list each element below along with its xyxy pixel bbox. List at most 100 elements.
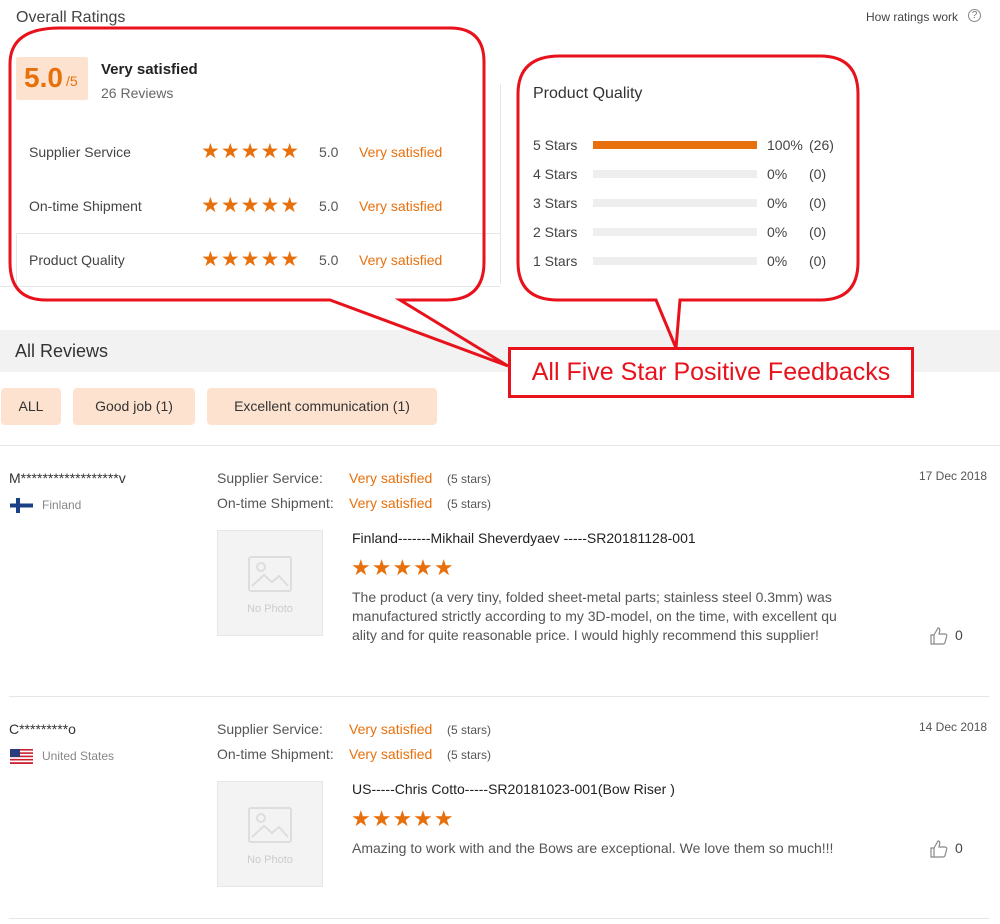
rating-text: Very satisfied — [359, 198, 443, 214]
supplier-service-label: Supplier Service: — [217, 470, 323, 486]
shipment-value: Very satisfied — [349, 746, 433, 762]
distribution-bar — [593, 199, 757, 207]
distribution-row: 4 Stars 0% (0) — [533, 165, 843, 183]
filter-tag-good-job[interactable]: Good job (1) — [73, 388, 195, 425]
distribution-count: (26) — [809, 137, 834, 153]
help-icon[interactable]: ? — [968, 9, 981, 22]
divider — [500, 84, 501, 284]
rating-row-supplier-service: Supplier Service ★★★★★ 5.0 Very satisfie… — [29, 140, 479, 163]
overall-score-scale: /5 — [66, 73, 78, 89]
rating-row-product-quality[interactable]: Product Quality ★★★★★ 5.0 Very satisfied — [29, 248, 479, 271]
rating-label: Product Quality — [29, 252, 125, 268]
distribution-bar — [593, 170, 757, 178]
like-count: 0 — [955, 840, 963, 856]
distribution-count: (0) — [809, 253, 827, 269]
distribution-row: 5 Stars 100% (26) — [533, 136, 843, 154]
review-date: 14 Dec 2018 — [919, 720, 988, 734]
review-date: 17 Dec 2018 — [919, 469, 988, 483]
overall-satisfaction-label: Very satisfied — [101, 61, 198, 78]
supplier-service-value: Very satisfied — [349, 470, 433, 486]
review-star-icons: ★★★★★ — [351, 555, 455, 580]
distribution-row: 3 Stars 0% (0) — [533, 194, 843, 212]
distribution-percent: 0% — [767, 166, 788, 182]
supplier-service-stars: (5 stars) — [447, 723, 492, 737]
like-button[interactable]: 0 — [930, 627, 970, 645]
distribution-bar — [593, 141, 757, 149]
rating-text: Very satisfied — [359, 252, 443, 268]
overall-ratings-title: Overall Ratings — [16, 9, 126, 26]
star-level-label: 4 Stars — [533, 166, 578, 182]
shipment-label: On-time Shipment: — [217, 495, 334, 511]
how-ratings-work-link[interactable]: How ratings work — [866, 10, 958, 24]
supplier-service-stars: (5 stars) — [447, 472, 492, 486]
rating-score: 5.0 — [319, 252, 339, 268]
thumbs-up-icon — [930, 627, 948, 645]
star-rating-icons: ★★★★★ — [201, 194, 301, 217]
divider — [0, 445, 1000, 446]
star-level-label: 2 Stars — [533, 224, 578, 240]
star-level-label: 1 Stars — [533, 253, 578, 269]
like-button[interactable]: 0 — [930, 840, 970, 858]
filter-tag-all[interactable]: ALL — [1, 388, 61, 425]
star-rating-icons: ★★★★★ — [201, 140, 301, 163]
review-photo-placeholder[interactable]: No Photo — [217, 781, 323, 887]
all-reviews-title: All Reviews — [15, 341, 109, 361]
divider — [9, 696, 989, 697]
review-photo-placeholder[interactable]: No Photo — [217, 530, 323, 636]
overall-score-value: 5.0 — [24, 62, 63, 93]
review-title: US-----Chris Cotto-----SR20181023-001(Bo… — [352, 781, 675, 797]
review-body: Amazing to work with and the Bows are ex… — [352, 839, 874, 858]
shipment-stars: (5 stars) — [447, 748, 492, 762]
review-title: Finland-------Mikhail Sheverdyaev -----S… — [352, 530, 696, 546]
distribution-bar — [593, 257, 757, 265]
rating-row-on-time-shipment: On-time Shipment ★★★★★ 5.0 Very satisfie… — [29, 194, 479, 217]
shipment-label: On-time Shipment: — [217, 746, 334, 762]
shipment-value: Very satisfied — [349, 495, 433, 511]
review-body: The product (a very tiny, folded sheet-m… — [352, 588, 874, 645]
distribution-row: 1 Stars 0% (0) — [533, 252, 843, 270]
shipment-stars: (5 stars) — [447, 497, 492, 511]
divider — [9, 918, 989, 919]
us-flag-icon — [10, 749, 33, 764]
reviewer-name: C*********o — [9, 721, 76, 737]
no-photo-text: No Photo — [247, 603, 293, 615]
review-body-line: Amazing to work with and the Bows are ex… — [352, 840, 834, 856]
distribution-bar — [593, 228, 757, 236]
no-photo-text: No Photo — [247, 854, 293, 866]
reviewer-country: Finland — [42, 498, 82, 512]
distribution-percent: 0% — [767, 253, 788, 269]
filter-tag-excellent-communication[interactable]: Excellent communication (1) — [207, 388, 437, 425]
distribution-count: (0) — [809, 195, 827, 211]
divider — [0, 286, 500, 287]
reviewer-name: M******************v — [9, 470, 126, 486]
distribution-percent: 100% — [767, 137, 803, 153]
rating-label: Supplier Service — [29, 144, 131, 160]
no-photo-icon — [248, 807, 292, 843]
like-count: 0 — [955, 627, 963, 643]
star-level-label: 5 Stars — [533, 137, 578, 153]
thumbs-up-icon — [930, 840, 948, 858]
distribution-percent: 0% — [767, 224, 788, 240]
product-quality-title: Product Quality — [533, 85, 643, 102]
review-body-line: The product (a very tiny, folded sheet-m… — [352, 589, 832, 605]
distribution-percent: 0% — [767, 195, 788, 211]
star-level-label: 3 Stars — [533, 195, 578, 211]
rating-score: 5.0 — [319, 144, 339, 160]
reviewer-country: United States — [42, 749, 115, 763]
rating-text: Very satisfied — [359, 144, 443, 160]
distribution-count: (0) — [809, 224, 827, 240]
overall-review-count: 26 Reviews — [101, 85, 174, 101]
annotation-label: All Five Star Positive Feedbacks — [508, 347, 914, 398]
rating-label: On-time Shipment — [29, 198, 142, 214]
distribution-row: 2 Stars 0% (0) — [533, 223, 843, 241]
rating-score: 5.0 — [319, 198, 339, 214]
star-rating-icons: ★★★★★ — [201, 248, 301, 271]
review-body-line: ality and for quite reasonable price. I … — [352, 627, 819, 643]
supplier-service-value: Very satisfied — [349, 721, 433, 737]
distribution-bar-fill — [593, 141, 757, 149]
finland-flag-icon — [10, 498, 33, 513]
review-star-icons: ★★★★★ — [351, 806, 455, 831]
review-body-line: manufactured strictly according to my 3D… — [352, 608, 837, 624]
no-photo-icon — [248, 556, 292, 592]
distribution-count: (0) — [809, 166, 827, 182]
